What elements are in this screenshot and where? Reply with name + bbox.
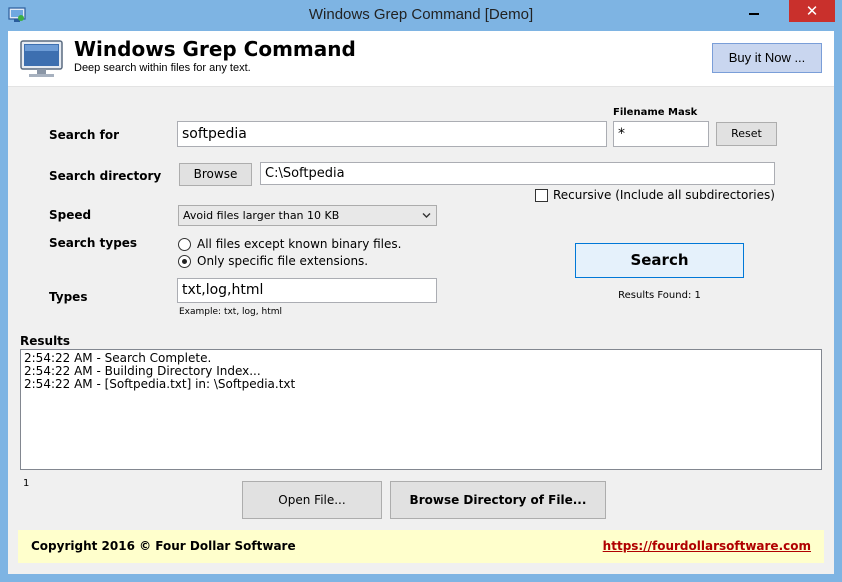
footer-bar: Copyright 2016 © Four Dollar Software ht… xyxy=(18,530,824,563)
filename-mask-input[interactable]: * xyxy=(613,121,709,147)
reset-button[interactable]: Reset xyxy=(716,122,777,146)
title-bar[interactable]: Windows Grep Command [Demo] ✕ xyxy=(0,0,842,31)
search-directory-label: Search directory xyxy=(49,169,162,183)
browse-directory-button[interactable]: Browse Directory of File... xyxy=(390,481,606,519)
results-found: Results Found: 1 xyxy=(618,290,701,301)
app-title: Windows Grep Command xyxy=(74,37,356,61)
radio-specific-extensions-label[interactable]: Only specific file extensions. xyxy=(197,254,368,268)
directory-input[interactable]: C:\Softpedia xyxy=(260,162,775,185)
copyright-text: Copyright 2016 © Four Dollar Software xyxy=(31,539,296,553)
search-button[interactable]: Search xyxy=(575,243,744,278)
types-label: Types xyxy=(49,290,88,304)
search-for-label: Search for xyxy=(49,128,120,142)
browse-button[interactable]: Browse xyxy=(179,163,252,186)
radio-all-files[interactable] xyxy=(178,238,191,251)
result-line[interactable]: 2:54:22 AM - [Softpedia.txt] in: \Softpe… xyxy=(24,378,818,391)
results-count: 1 xyxy=(23,478,30,489)
website-link[interactable]: https://fourdollarsoftware.com xyxy=(603,539,811,553)
radio-all-files-label[interactable]: All files except known binary files. xyxy=(197,237,401,251)
main-panel: Windows Grep Command Deep search within … xyxy=(8,31,834,574)
open-file-button[interactable]: Open File... xyxy=(242,481,382,519)
radio-specific-extensions[interactable] xyxy=(178,255,191,268)
results-list[interactable]: 2:54:22 AM - Search Complete. 2:54:22 AM… xyxy=(20,349,822,470)
speed-selected-value: Avoid files larger than 10 KB xyxy=(183,209,340,222)
types-input[interactable]: txt,log,html xyxy=(177,278,437,303)
recursive-label[interactable]: Recursive (Include all subdirectories) xyxy=(553,188,775,202)
search-input[interactable]: softpedia xyxy=(177,121,607,147)
recursive-checkbox[interactable] xyxy=(535,189,548,202)
speed-select[interactable]: Avoid files larger than 10 KB xyxy=(178,205,437,226)
app-subtitle: Deep search within files for any text. xyxy=(74,62,251,74)
filename-mask-label: Filename Mask xyxy=(613,107,698,118)
buy-now-button[interactable]: Buy it Now ... xyxy=(712,43,822,73)
window-title: Windows Grep Command [Demo] xyxy=(308,6,534,23)
monitor-icon xyxy=(20,40,63,77)
results-label: Results xyxy=(20,334,71,348)
speed-label: Speed xyxy=(49,208,92,222)
search-types-label: Search types xyxy=(49,236,138,250)
dropdown-arrow-icon xyxy=(422,213,431,218)
app-window: Windows Grep Command [Demo] ✕ Windows Gr… xyxy=(0,0,842,582)
minimize-icon[interactable] xyxy=(734,0,774,24)
close-icon[interactable]: ✕ xyxy=(789,0,835,22)
types-example: Example: txt, log, html xyxy=(179,307,282,317)
header-banner: Windows Grep Command Deep search within … xyxy=(8,31,834,87)
